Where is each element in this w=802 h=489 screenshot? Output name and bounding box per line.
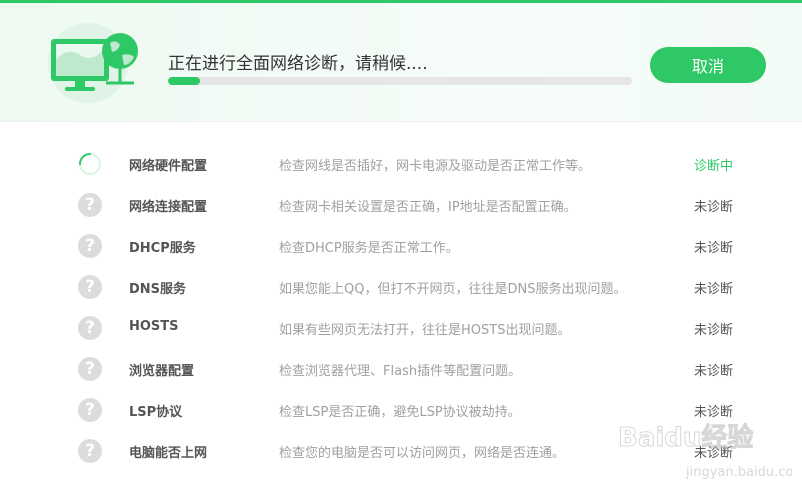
check-name: 网络硬件配置	[129, 159, 208, 174]
watermark-brand: Baidu经验	[618, 422, 753, 453]
check-row-dhcp: ? DHCP服务 检查DHCP服务是否正常工作。 未诊断	[0, 225, 802, 266]
network-computer-globe-icon	[48, 23, 138, 103]
check-status: 诊断中	[694, 159, 734, 174]
check-status: 未诊断	[694, 323, 734, 338]
diagnosis-progress-bar	[168, 77, 632, 85]
check-name: DNS服务	[129, 282, 187, 297]
spinner-icon	[79, 153, 101, 175]
check-status: 未诊断	[694, 282, 734, 297]
check-name: LSP协议	[129, 405, 183, 420]
check-row-hosts: ? HOSTS 如果有些网页无法打开，往往是HOSTS出现问题。 未诊断	[0, 307, 802, 348]
check-description: 检查网线是否插好，网卡电源及驱动是否正常工作等。	[279, 159, 592, 174]
check-description: 检查浏览器代理、Flash插件等配置问题。	[279, 364, 522, 379]
question-icon: ?	[78, 398, 102, 422]
check-name: DHCP服务	[129, 241, 196, 256]
check-row-dns: ? DNS服务 如果您能上QQ，但打不开网页，往往是DNS服务出现问题。 未诊断	[0, 266, 802, 307]
check-row-connection: ? 网络连接配置 检查网卡相关设置是否正确，IP地址是否配置正确。 未诊断	[0, 184, 802, 225]
check-name: HOSTS	[129, 319, 179, 334]
question-icon: ?	[78, 234, 102, 258]
check-name: 网络连接配置	[129, 200, 208, 215]
question-icon: ?	[78, 316, 102, 340]
diagnosis-header: 正在进行全面网络诊断，请稍候.... 取消	[0, 3, 802, 122]
diagnosis-status-text: 正在进行全面网络诊断，请稍候....	[168, 54, 428, 74]
diagnosis-progress-fill	[168, 77, 201, 85]
check-status: 未诊断	[694, 364, 734, 379]
question-icon: ?	[78, 357, 102, 381]
cancel-button[interactable]: 取消	[650, 47, 766, 83]
check-description: 如果有些网页无法打开，往往是HOSTS出现问题。	[279, 323, 571, 338]
question-icon: ?	[78, 275, 102, 299]
check-name: 浏览器配置	[129, 364, 195, 379]
check-description: 如果您能上QQ，但打不开网页，往往是DNS服务出现问题。	[279, 282, 627, 297]
baidu-jingyan-watermark: Baidu经验 jingyan.baidu.com	[618, 422, 793, 481]
watermark-url: jingyan.baidu.com	[685, 465, 792, 480]
check-status: 未诊断	[694, 241, 734, 256]
check-description: 检查网卡相关设置是否正确，IP地址是否配置正确。	[279, 200, 577, 215]
check-name: 电脑能否上网	[129, 446, 208, 461]
check-description: 检查LSP是否正确，避免LSP协议被劫持。	[279, 405, 521, 420]
check-description: 检查您的电脑是否可以访问网页，网络是否连通。	[279, 446, 566, 461]
check-status: 未诊断	[694, 200, 734, 215]
question-icon: ?	[78, 193, 102, 217]
check-row-hardware: 网络硬件配置 检查网线是否插好，网卡电源及驱动是否正常工作等。 诊断中	[0, 143, 802, 184]
check-row-browser: ? 浏览器配置 检查浏览器代理、Flash插件等配置问题。 未诊断	[0, 348, 802, 389]
check-description: 检查DHCP服务是否正常工作。	[279, 241, 459, 256]
question-icon: ?	[78, 439, 102, 463]
